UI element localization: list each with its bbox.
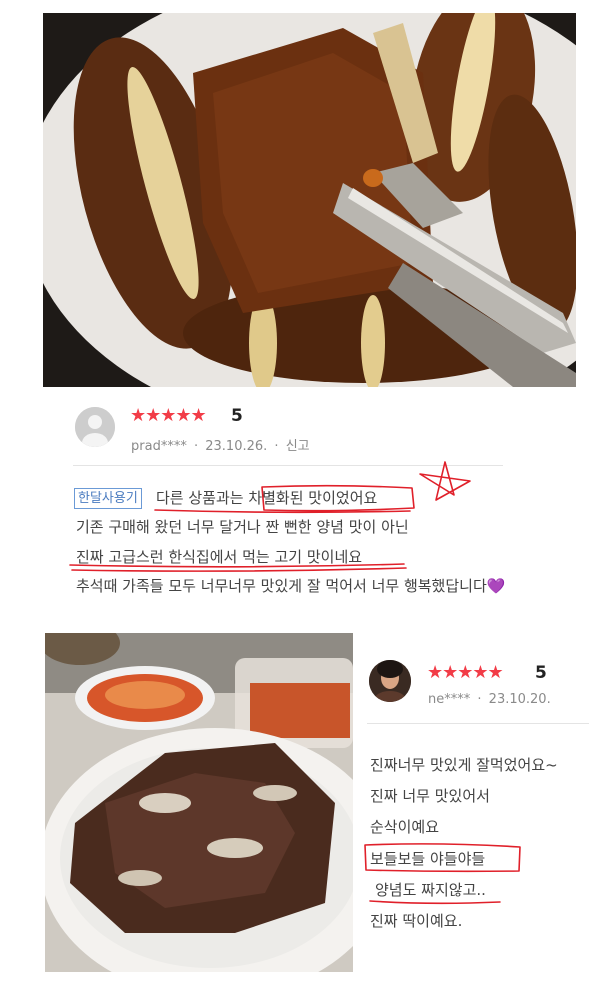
meta-separator: · xyxy=(477,692,482,707)
review-text-line: 순삭이예요 xyxy=(370,818,440,836)
review-photo-galbi-plate[interactable] xyxy=(45,633,353,972)
star-doodle-icon xyxy=(419,461,471,501)
avatar xyxy=(369,660,411,702)
review-text-line: 보들보들 야들야들 xyxy=(370,850,486,868)
review-meta: prad**** · 23.10.26. · 신고 xyxy=(131,435,313,454)
report-link[interactable]: 신고 xyxy=(286,439,310,454)
review-text-line: 진짜 딱이예요. xyxy=(370,912,463,930)
review-text-line: 진짜 너무 맛있어서 xyxy=(370,787,490,805)
reviewer-name: ne**** xyxy=(428,692,471,707)
rating-score: 5 xyxy=(535,663,547,683)
avatar xyxy=(75,407,115,447)
underline xyxy=(71,567,407,572)
review-meta: ne**** · 23.10.20. xyxy=(428,692,554,707)
review-date: 23.10.20. xyxy=(488,692,551,707)
divider xyxy=(367,723,589,724)
underline xyxy=(369,900,501,905)
divider xyxy=(73,465,503,466)
meta-separator: · xyxy=(193,439,199,454)
rating-stars: ★★★★★ xyxy=(427,662,504,683)
review-text-line: 다른 상품과는 차별화된 맛이었어요 xyxy=(156,489,378,507)
review-badge: 한달사용기 xyxy=(74,488,142,509)
review-text-line: 기존 구매해 왔던 너무 달거나 짠 뻔한 양념 맛이 아닌 xyxy=(76,518,409,536)
review-text-line: 진짜너무 맛있게 잘먹었어요~ xyxy=(370,756,558,774)
underline xyxy=(154,509,411,514)
review-text-line: 진짜 고급스런 한식집에서 먹는 고기 맛이네요 xyxy=(76,548,363,566)
review-date: 23.10.26. xyxy=(205,439,268,454)
reviewer-name: prad**** xyxy=(131,439,187,454)
rating-stars: ★★★★★ xyxy=(130,405,207,426)
review-photo-galbi-tongs[interactable] xyxy=(43,13,576,387)
review-text-line: 양념도 짜지않고.. xyxy=(375,881,486,899)
review-text-line: 추석때 가족들 모두 너무너무 맛있게 잘 먹어서 너무 행복했답니다💜 xyxy=(76,577,506,595)
rating-score: 5 xyxy=(231,406,243,426)
meta-separator: · xyxy=(274,439,279,454)
